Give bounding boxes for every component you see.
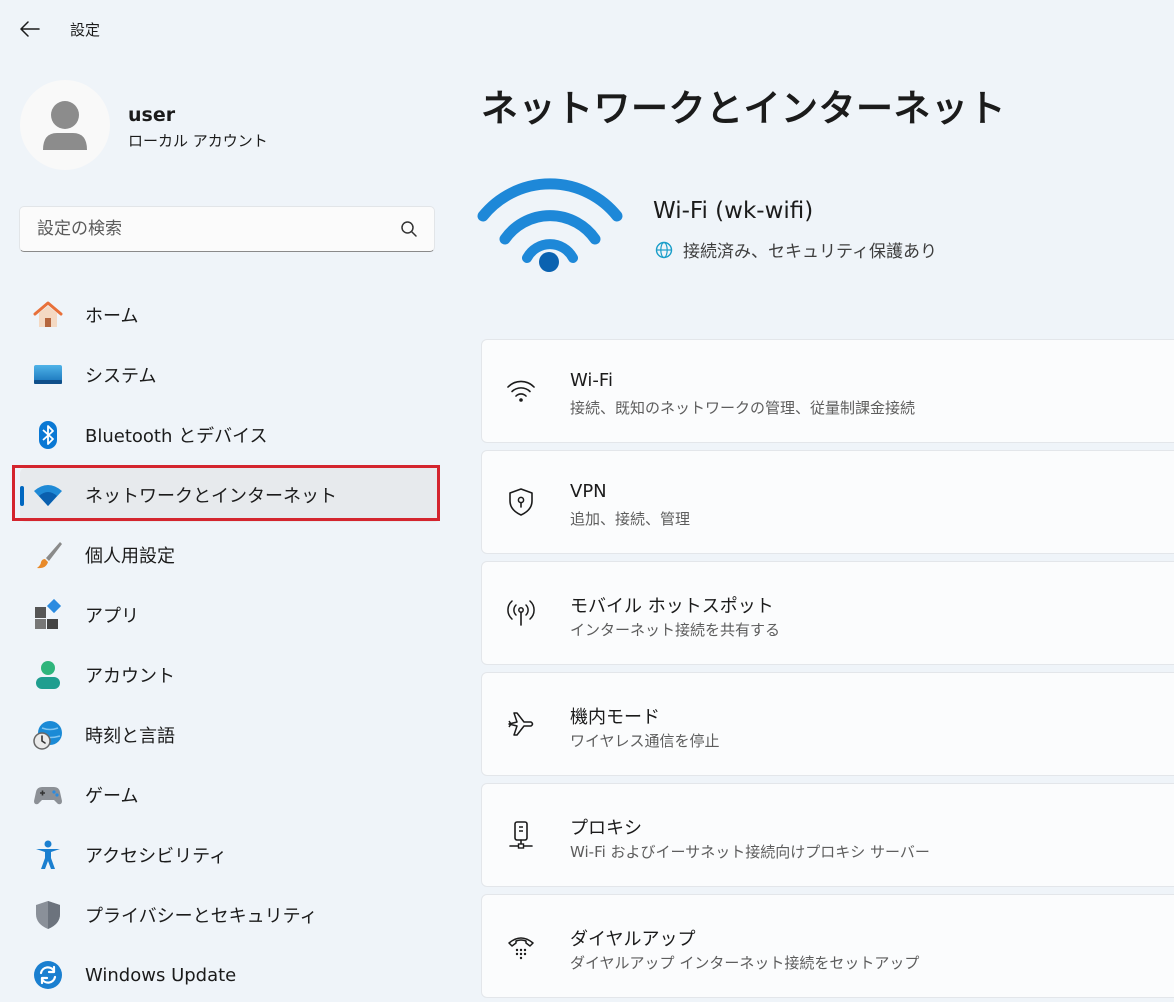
card-subtitle: ワイヤレス通信を停止 [570,732,720,750]
avatar[interactable] [20,80,110,170]
globe-icon [655,241,673,258]
sidebar-item-label: システム [85,366,157,387]
card-mobile-hotspot[interactable]: モバイル ホットスポット インターネット接続を共有する [481,561,1174,665]
connection-status-text: 接続済み、セキュリティ保護あり [683,242,937,262]
person-icon [43,101,87,150]
sidebar-item-network[interactable]: ネットワークとインターネット [20,468,440,522]
card-title: 機内モード [570,707,660,728]
sidebar-item-accounts[interactable]: アカウント [20,648,440,702]
sidebar-item-home[interactable]: ホーム [20,288,440,342]
account-type: ローカル アカウント [128,132,268,150]
sidebar-item-label: 時刻と言語 [85,726,175,747]
vpn-shield-icon [506,487,536,517]
card-dial-up[interactable]: ダイヤルアップ ダイヤルアップ インターネット接続をセットアップ [481,894,1174,998]
wifi-status-icon [477,178,623,272]
dialup-icon [506,931,536,961]
title-bar: 設定 [0,0,1174,58]
hotspot-icon [506,598,536,628]
sidebar-item-system[interactable]: システム [20,348,440,402]
search-box[interactable] [19,206,435,252]
update-icon [32,959,64,991]
account-icon [32,659,64,691]
app-title: 設定 [70,21,101,39]
card-title: VPN [570,481,607,502]
sidebar-item-label: プライバシーとセキュリティ [85,906,318,927]
sidebar-item-label: アクセシビリティ [85,846,228,867]
sidebar-item-label: ホーム [85,306,139,327]
sidebar-item-accessibility[interactable]: アクセシビリティ [20,828,440,882]
sidebar-item-label: Bluetooth とデバイス [85,426,268,447]
sidebar-item-personalization[interactable]: 個人用設定 [20,528,440,582]
system-icon [32,359,64,391]
sidebar-item-bluetooth[interactable]: Bluetooth とデバイス [20,408,440,462]
brush-icon [32,539,64,571]
airplane-icon [506,709,536,739]
user-name: user [128,104,176,126]
gamepad-icon [32,779,64,811]
sidebar-item-time-language[interactable]: 時刻と言語 [20,708,440,762]
sidebar-item-label: ゲーム [85,786,139,807]
wifi-icon [32,479,64,511]
sidebar: user ローカル アカウント ホーム システム Bluetooth とデバイス [0,58,460,999]
home-icon [32,299,64,331]
card-subtitle: 追加、接続、管理 [570,510,691,528]
shield-icon [32,899,64,931]
accessibility-icon [32,839,64,871]
back-arrow-icon [20,21,40,37]
back-button[interactable] [14,14,46,44]
card-airplane-mode[interactable]: 機内モード ワイヤレス通信を停止 [481,672,1174,776]
search-icon[interactable] [400,220,418,238]
sidebar-item-gaming[interactable]: ゲーム [20,768,440,822]
sidebar-item-label: Windows Update [85,964,237,986]
connection-name: Wi-Fi (wk-wifi) [653,198,814,224]
sidebar-item-label: 個人用設定 [85,546,175,567]
card-subtitle: インターネット接続を共有する [570,621,781,639]
search-input[interactable] [20,207,397,251]
card-title: ダイヤルアップ [570,929,696,950]
selected-indicator [20,486,24,506]
page-title: ネットワークとインターネット [481,87,1006,130]
card-subtitle: Wi-Fi およびイーサネット接続向けプロキシ サーバー [570,843,930,861]
card-proxy[interactable]: プロキシ Wi-Fi およびイーサネット接続向けプロキシ サーバー [481,783,1174,887]
proxy-icon [506,820,536,850]
card-title: プロキシ [570,818,642,839]
sidebar-item-windows-update[interactable]: Windows Update [20,948,440,1002]
wifi-icon [506,376,536,406]
time-language-icon [32,719,64,751]
sidebar-item-privacy[interactable]: プライバシーとセキュリティ [20,888,440,942]
card-wifi[interactable]: Wi-Fi 接続、既知のネットワークの管理、従量制課金接続 [481,339,1174,443]
sidebar-item-apps[interactable]: アプリ [20,588,440,642]
bluetooth-icon [32,419,64,451]
card-title: モバイル ホットスポット [570,596,774,617]
apps-icon [32,599,64,631]
card-vpn[interactable]: VPN 追加、接続、管理 [481,450,1174,554]
connection-status: 接続済み、セキュリティ保護あり [655,237,937,262]
sidebar-item-label: アプリ [85,606,139,627]
card-subtitle: ダイヤルアップ インターネット接続をセットアップ [570,954,920,972]
card-title: Wi-Fi [570,370,613,391]
card-subtitle: 接続、既知のネットワークの管理、従量制課金接続 [570,399,916,417]
sidebar-item-label: アカウント [85,666,175,687]
sidebar-item-label: ネットワークとインターネット [85,486,337,507]
